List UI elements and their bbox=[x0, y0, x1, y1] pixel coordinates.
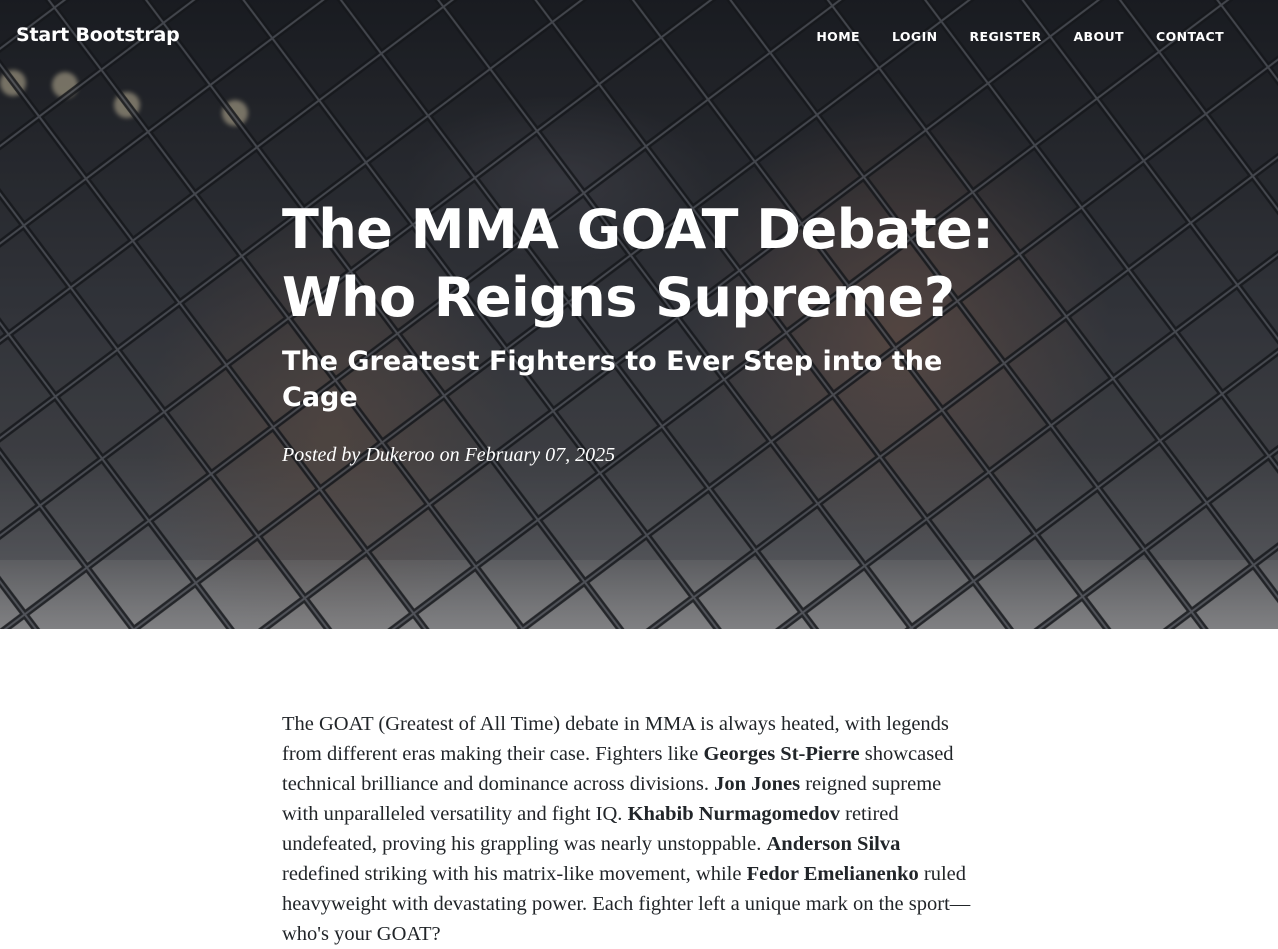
post-title-line2: Who Reigns Supreme? bbox=[282, 266, 955, 329]
nav-about[interactable]: ABOUT bbox=[1073, 29, 1124, 44]
nav-contact[interactable]: CONTACT bbox=[1156, 29, 1224, 44]
main-nav: HOME LOGIN REGISTER ABOUT CONTACT bbox=[784, 29, 1224, 44]
nav-home[interactable]: HOME bbox=[816, 29, 860, 44]
post-subtitle: The Greatest Fighters to Ever Step into … bbox=[282, 346, 943, 413]
fighter-name: Anderson Silva bbox=[766, 833, 901, 855]
meta-prefix: Posted by bbox=[282, 444, 361, 466]
post-date: February 07, 2025 bbox=[464, 444, 616, 466]
navbar-brand[interactable]: Start Bootstrap bbox=[16, 24, 180, 46]
nav-login[interactable]: LOGIN bbox=[892, 29, 938, 44]
post-meta: Posted by Dukeroo on February 07, 2025 bbox=[282, 442, 1022, 468]
post-title-line1: The MMA GOAT Debate: bbox=[282, 198, 994, 261]
author-link[interactable]: Dukeroo bbox=[365, 444, 434, 466]
fighter-name: Georges St-Pierre bbox=[703, 743, 860, 765]
fighter-name: Fedor Emelianenko bbox=[746, 863, 919, 885]
fighter-name: Khabib Nurmagomedov bbox=[627, 803, 840, 825]
post-paragraph: The GOAT (Greatest of All Time) debate i… bbox=[282, 709, 982, 949]
post-title: The MMA GOAT Debate: Who Reigns Supreme? bbox=[282, 196, 1022, 332]
post-body: The GOAT (Greatest of All Time) debate i… bbox=[282, 709, 982, 949]
nav-register[interactable]: REGISTER bbox=[970, 29, 1042, 44]
meta-on: on bbox=[439, 444, 460, 466]
post-heading: The MMA GOAT Debate: Who Reigns Supreme?… bbox=[282, 196, 1022, 468]
paragraph-text: redefined striking with his matrix-like … bbox=[282, 863, 747, 885]
fighter-name: Jon Jones bbox=[714, 773, 801, 795]
